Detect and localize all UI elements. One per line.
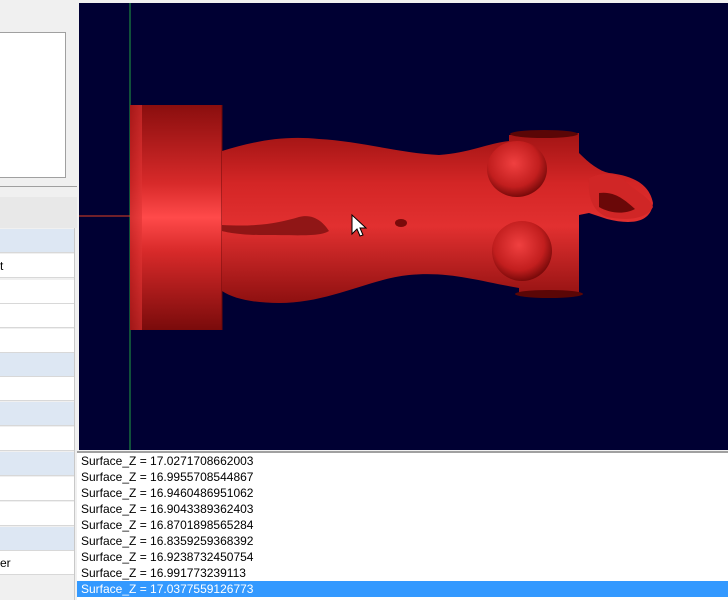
property-row[interactable]: [0, 329, 74, 353]
model-base-side: [130, 105, 222, 330]
panel-divider: [0, 186, 77, 187]
log-line[interactable]: Surface_Z = 16.8701898565284: [77, 517, 728, 533]
log-line[interactable]: Surface_Z = 16.991773239113: [77, 565, 728, 581]
property-row[interactable]: [0, 377, 74, 401]
property-row[interactable]: er: [0, 551, 74, 575]
viewport-canvas[interactable]: [79, 3, 728, 450]
model-navel: [395, 219, 407, 227]
model-neck-bottom: [515, 290, 583, 298]
log-line[interactable]: Surface_Z = 16.9238732450754: [77, 549, 728, 565]
left-panel: t er: [0, 0, 77, 600]
model-neck-top: [510, 130, 578, 138]
model-breast-lower: [492, 221, 552, 281]
property-row[interactable]: [0, 402, 74, 426]
property-row[interactable]: [0, 304, 74, 328]
log-line[interactable]: Surface_Z = 16.9955708544867: [77, 469, 728, 485]
property-grid-header: [0, 197, 77, 228]
property-row[interactable]: [0, 452, 74, 476]
log-line[interactable]: Surface_Z = 16.8359259368392: [77, 533, 728, 549]
property-row[interactable]: [0, 229, 74, 253]
property-row[interactable]: [0, 427, 74, 451]
property-row-text: t: [0, 259, 4, 273]
property-row[interactable]: t: [0, 254, 74, 278]
property-row-text: er: [0, 556, 11, 570]
property-row[interactable]: [0, 353, 74, 377]
3d-viewport[interactable]: [79, 3, 728, 450]
property-row[interactable]: [0, 477, 74, 501]
model-breast-upper: [487, 141, 547, 197]
log-line[interactable]: Surface_Z = 16.9460486951062: [77, 485, 728, 501]
model-base-front: [130, 105, 142, 330]
log-line-selected[interactable]: Surface_Z = 17.0377559126773: [77, 581, 728, 597]
property-row[interactable]: [0, 527, 74, 551]
output-log-list[interactable]: Surface_Z = 17.0271708662003 Surface_Z = …: [77, 451, 728, 600]
property-grid-divider: [74, 228, 75, 600]
tree-view[interactable]: [0, 32, 66, 178]
model-torso: [222, 133, 653, 303]
property-row[interactable]: [0, 280, 74, 304]
log-line[interactable]: Surface_Z = 17.0271708662003: [77, 453, 728, 469]
log-line[interactable]: Surface_Z = 16.9043389362403: [77, 501, 728, 517]
property-row[interactable]: [0, 502, 74, 526]
